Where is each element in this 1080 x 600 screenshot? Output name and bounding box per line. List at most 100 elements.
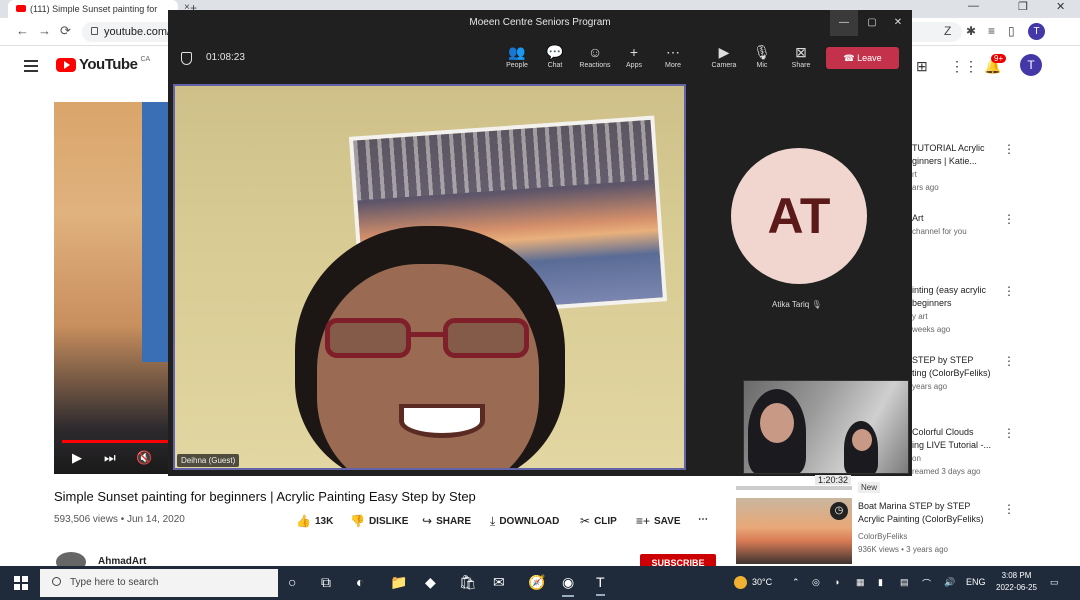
dislike-button[interactable]: 👎 DISLIKE: [350, 514, 408, 528]
close-window-icon[interactable]: ✕: [884, 10, 912, 36]
rec-title-line2: beginners: [912, 298, 952, 308]
more-button[interactable]: ⋯ More: [653, 44, 693, 69]
maximize-icon[interactable]: ❐: [1018, 0, 1028, 13]
reading-list-icon[interactable]: ≡: [988, 24, 995, 38]
share-button[interactable]: ↪ SHARE: [422, 514, 471, 528]
more-label: More: [665, 62, 681, 69]
youtube-favicon-icon: [16, 5, 26, 12]
share-screen-button[interactable]: ⊠ Share: [781, 44, 821, 69]
notification-center-icon[interactable]: ▭: [1050, 577, 1059, 588]
clock-date: 2022-06-25: [996, 583, 1037, 592]
reactions-button[interactable]: ☺ Reactions: [575, 44, 615, 69]
youtube-logo[interactable]: YouTube CA: [56, 56, 150, 73]
participant-face: [317, 264, 539, 468]
video-progress-bar[interactable]: [62, 440, 174, 443]
chat-icon: 💬: [546, 44, 564, 60]
play-icon[interactable]: ▶: [72, 450, 82, 466]
watch-later-clock-icon[interactable]: ◷: [830, 502, 848, 520]
teams-icon[interactable]: T: [596, 574, 605, 596]
sidebar-icon[interactable]: ▯: [1008, 24, 1015, 38]
safari-icon[interactable]: 🧭: [528, 574, 545, 591]
people-button[interactable]: 👥 People: [497, 44, 537, 69]
tray-app-icon[interactable]: ▦: [856, 577, 865, 588]
windows-taskbar: Type here to search ○ ⧉ ◐ 📁 ◆ 🛍 ✉ 🧭 ◉ T …: [0, 566, 1080, 600]
forward-button[interactable]: →: [38, 23, 51, 38]
clip-button[interactable]: ✂ CLIP: [580, 514, 617, 528]
battery-icon[interactable]: ▮: [878, 577, 883, 588]
rec-more-icon[interactable]: ⋮: [1003, 284, 1015, 298]
rec-meta: reamed 3 days ago: [912, 467, 981, 476]
extensions-puzzle-icon[interactable]: ✱: [966, 24, 976, 38]
mute-icon[interactable]: 🔇: [136, 450, 152, 466]
rec-title-line2: ting (ColorByFeliks): [912, 368, 991, 378]
store-icon[interactable]: 🛍: [459, 574, 477, 591]
tray-app-icon[interactable]: ▤: [900, 577, 909, 588]
save-button[interactable]: ≡+ SAVE: [636, 514, 681, 528]
file-explorer-icon[interactable]: 📁: [390, 574, 407, 591]
clock-time: 3:08 PM: [1001, 571, 1032, 580]
user-avatar[interactable]: T: [1020, 54, 1042, 76]
like-button[interactable]: 👍 13K: [296, 514, 333, 528]
share-label: Share: [791, 62, 811, 69]
office-icon[interactable]: ◆: [425, 574, 436, 591]
create-video-icon[interactable]: ⊞: [916, 58, 928, 75]
tray-app-icon[interactable]: ◎: [812, 577, 820, 588]
more-actions-button[interactable]: ⋯: [698, 514, 708, 525]
chat-button[interactable]: 💬 Chat: [535, 44, 575, 69]
video-player[interactable]: ▶ ⏭ 🔇: [54, 102, 174, 474]
minimize-icon[interactable]: —: [968, 0, 979, 12]
participant-glasses: [325, 318, 531, 362]
chrome-profile-avatar[interactable]: T: [1028, 23, 1045, 40]
reload-button[interactable]: ⟳: [60, 23, 71, 39]
download-label: DOWNLOAD: [499, 516, 560, 527]
windows-start-icon[interactable]: [14, 576, 28, 590]
taskbar-search-box[interactable]: Type here to search: [40, 569, 278, 597]
taskbar-clock[interactable]: 3:08 PM 2022-06-25: [996, 570, 1037, 594]
rec-more-icon[interactable]: ⋮: [1003, 502, 1015, 516]
apps-grid-icon[interactable]: ⋮⋮: [950, 58, 978, 75]
chrome-icon[interactable]: ◉: [562, 574, 575, 597]
show-hidden-icons-chevron-icon[interactable]: ⌃: [792, 577, 800, 588]
reactions-icon: ☺: [587, 44, 603, 60]
people-icon: 👥: [508, 44, 526, 60]
task-view-icon[interactable]: ⧉: [321, 574, 331, 591]
temperature[interactable]: 30°C: [752, 577, 772, 587]
rec-title-line2: Acrylic Painting (ColorByFeliks): [858, 514, 984, 524]
close-icon[interactable]: ✕: [1056, 0, 1065, 13]
zotero-extension-icon[interactable]: Z: [944, 24, 951, 38]
rec-more-icon[interactable]: ⋮: [1003, 142, 1015, 156]
rec-title[interactable]: Boat Marina STEP by STEP Acrylic Paintin…: [858, 500, 1018, 526]
download-button[interactable]: ⤓ DOWNLOAD: [490, 514, 559, 529]
edge-browser-icon[interactable]: ◐: [356, 574, 364, 590]
mail-icon[interactable]: ✉: [493, 574, 505, 591]
main-participant-video[interactable]: Deihna (Guest): [173, 84, 686, 470]
input-language[interactable]: ENG: [966, 577, 986, 587]
rec-thumbnail-partial[interactable]: [736, 486, 852, 490]
more-label: ⋯: [698, 514, 708, 525]
rec-more-icon[interactable]: ⋮: [1003, 212, 1015, 226]
cortana-icon[interactable]: ○: [288, 574, 296, 590]
back-button[interactable]: ←: [16, 23, 29, 38]
self-view-video[interactable]: [743, 380, 909, 474]
shield-icon[interactable]: [181, 52, 192, 65]
rec-more-icon[interactable]: ⋮: [1003, 426, 1015, 440]
next-icon[interactable]: ⏭: [104, 450, 116, 466]
maximize-window-icon[interactable]: ▢: [858, 10, 886, 36]
camera-button[interactable]: ▶ Camera: [704, 44, 744, 69]
apps-button[interactable]: + Apps: [614, 44, 654, 69]
minimize-window-icon[interactable]: —: [830, 10, 858, 36]
tray-app-icon[interactable]: ◑: [834, 577, 839, 587]
weather-sun-icon[interactable]: [734, 576, 747, 589]
rec-channel: y art: [912, 312, 928, 321]
mic-button[interactable]: 🎙 Mic: [742, 44, 782, 69]
volume-icon[interactable]: 🔊: [944, 577, 955, 588]
rec-more-icon[interactable]: ⋮: [1003, 354, 1015, 368]
browser-tab[interactable]: (111) Simple Sunset painting for: [8, 0, 178, 18]
participant-avatar[interactable]: AT: [731, 148, 867, 284]
network-icon[interactable]: ⌒: [922, 577, 931, 590]
leave-button[interactable]: ☎ Leave: [826, 47, 899, 69]
share-arrow-icon: ↪: [422, 514, 433, 528]
rec-meta: ars ago: [912, 183, 939, 192]
phone-hangup-icon: ☎: [843, 53, 858, 63]
hamburger-menu-icon[interactable]: [24, 60, 38, 75]
